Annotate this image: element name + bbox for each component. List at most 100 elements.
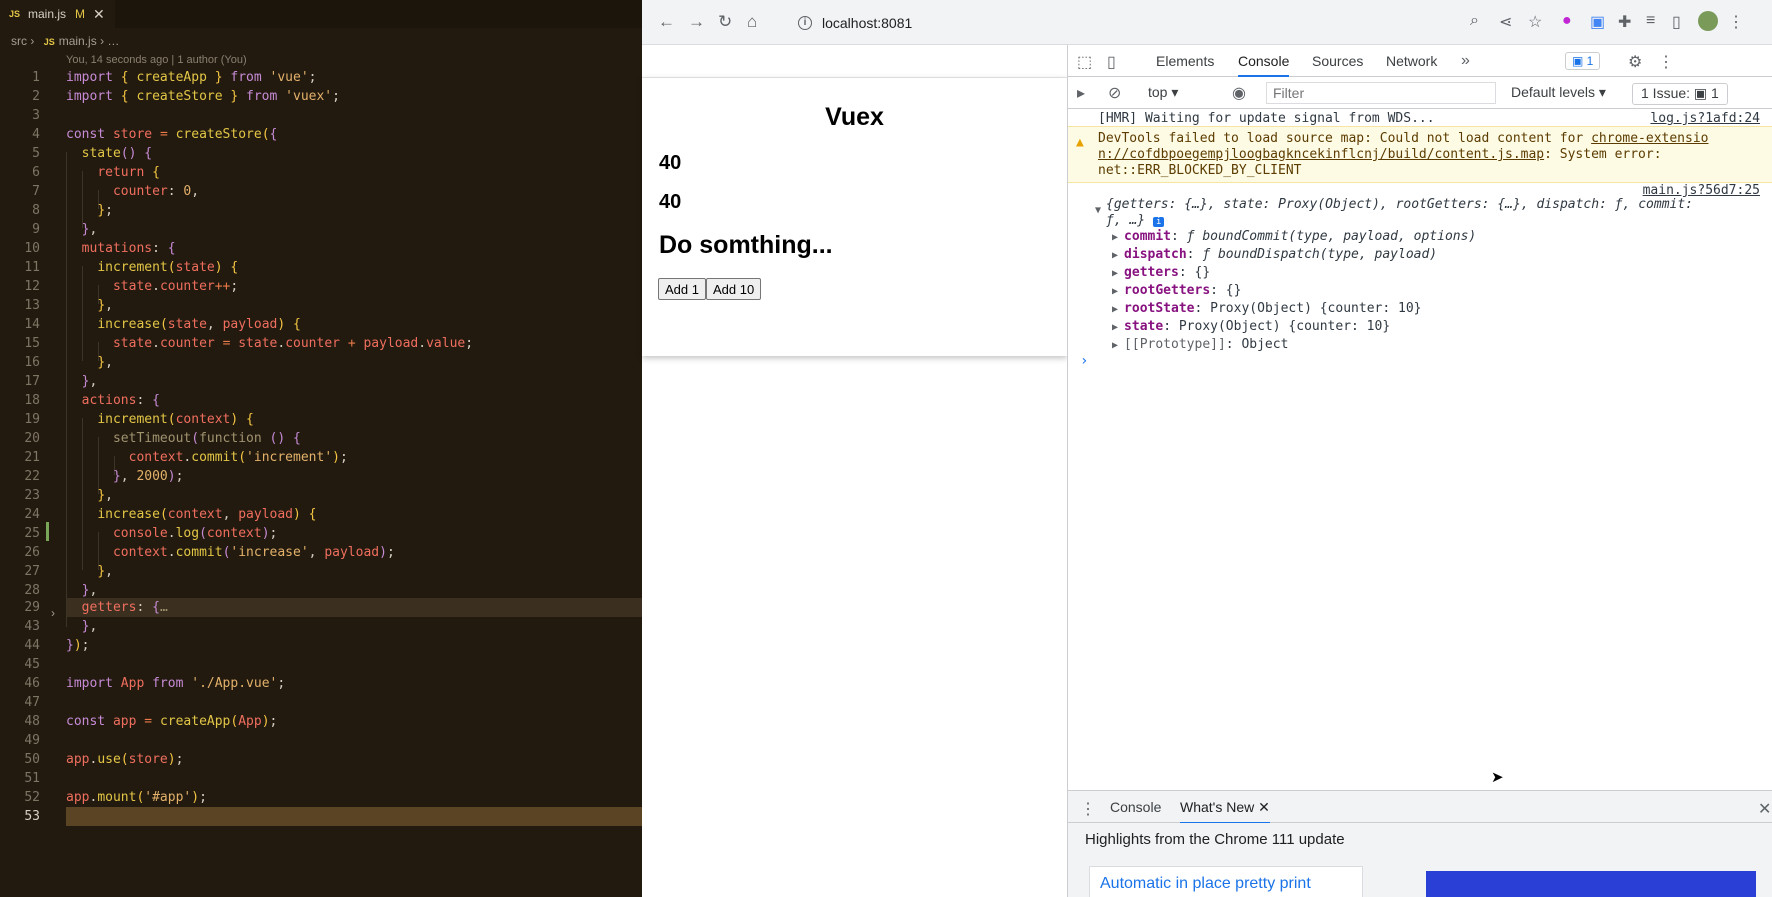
close-icon[interactable]: ✕ [93,6,105,23]
expand-triangle-icon[interactable]: ▶ [1112,250,1124,261]
gear-icon[interactable]: ⚙ [1628,52,1642,72]
code-line[interactable]: getters: {… [66,598,168,617]
puzzle-icon[interactable]: ✚ [1618,12,1631,32]
expand-triangle-icon[interactable]: ▶ [1112,286,1124,297]
source-map-link[interactable]: chrome-extensio [1591,131,1708,146]
code-line[interactable]: context.commit('increment'); [66,448,348,467]
more-vert-icon[interactable]: ⋮ [1658,52,1674,72]
bookmark-star-icon[interactable]: ☆ [1528,12,1542,32]
site-info-icon[interactable]: i [798,16,812,30]
code-line[interactable]: state() { [66,144,152,163]
close-icon[interactable]: ✕ [1258,799,1270,815]
translate-icon[interactable]: ▣ [1590,12,1605,32]
more-vert-icon[interactable]: ⋮ [1728,12,1744,32]
close-icon[interactable]: ✕ [1758,799,1771,819]
expand-triangle-icon[interactable]: ▶ [1112,268,1124,279]
git-blame-annotation[interactable]: You, 14 seconds ago | 1 author (You) [66,54,247,66]
code-line[interactable]: increment(state) { [66,258,238,277]
code-line[interactable]: }, 2000); [66,467,183,486]
filter-input[interactable] [1266,82,1496,104]
chevron-right-icon[interactable]: › [51,606,55,620]
expand-triangle-icon[interactable]: ▼ [1095,205,1101,216]
context-select[interactable]: top ▾ [1148,84,1178,101]
object-summary[interactable]: {getters: {…}, state: Proxy(Object), roo… [1106,197,1693,212]
more-vert-icon[interactable]: ⋮ [1080,799,1096,819]
device-toolbar-icon[interactable]: ▯ [1107,52,1116,72]
console-prompt-icon[interactable]: › [1080,353,1088,369]
tab-sources[interactable]: Sources [1312,45,1363,77]
code-line[interactable]: }, [66,296,113,315]
log-levels-select[interactable]: Default levels ▾ [1511,84,1606,101]
expand-triangle-icon[interactable]: ▶ [1112,304,1124,315]
add-1-button[interactable]: Add 1 [658,278,706,300]
code-line[interactable]: setTimeout(function () { [66,429,301,448]
back-icon[interactable]: ← [658,12,675,32]
code-editor[interactable]: JS main.js M ✕ src › JS main.js › … You, … [0,0,642,897]
code-line[interactable]: increment(context) { [66,410,254,429]
more-tabs-icon[interactable]: » [1461,52,1470,70]
code-line[interactable]: context.commit('increase', payload); [66,543,395,562]
drawer-tab-console[interactable]: Console [1110,791,1161,824]
code-line[interactable]: state.counter++; [66,277,238,296]
forward-icon[interactable]: → [688,12,705,32]
code-line[interactable]: }, [66,372,98,391]
address-bar[interactable]: i localhost:8081 [784,8,1514,38]
source-map-link[interactable]: n://cofdbpoegempjloogbagkncekinflcnj/bui… [1098,147,1544,162]
code-line[interactable]: import { createStore } from 'vuex'; [66,87,340,106]
editor-tab-main-js[interactable]: JS main.js M ✕ [0,0,115,28]
code-line[interactable]: }, [66,486,113,505]
object-property-row[interactable]: ▶ rootGetters: {} [1112,283,1241,298]
issues-badge[interactable]: ▣ 1 [1565,52,1601,70]
expand-triangle-icon[interactable]: ▶ [1112,322,1124,333]
breadcrumb-folder[interactable]: src [11,34,27,48]
code-line[interactable]: app.use(store); [66,750,183,769]
code-line[interactable]: }; [66,201,113,220]
tab-console[interactable]: Console [1238,45,1290,77]
object-property-row[interactable]: ▶ commit: ƒ boundCommit(type, payload, o… [1112,229,1476,244]
breadcrumb-more[interactable]: … [107,34,119,48]
sidebar-toggle-icon[interactable]: ▸ [1077,83,1085,103]
breadcrumb[interactable]: src › JS main.js › … [11,34,119,48]
object-summary[interactable]: ƒ, …} i [1106,213,1165,228]
code-line[interactable]: increase(state, payload) { [66,315,301,334]
object-property-row[interactable]: ▶ getters: {} [1112,265,1210,280]
code-line[interactable]: import App from './App.vue'; [66,674,285,693]
console-source-link[interactable]: log.js?1afd:24 [1650,111,1760,126]
zoom-icon[interactable]: ⌕ [1470,12,1479,30]
whats-new-card[interactable]: Automatic in place pretty print [1089,866,1363,897]
tab-elements[interactable]: Elements [1156,45,1214,77]
code-line[interactable]: const store = createStore({ [66,125,277,144]
reading-list-icon[interactable]: ≡ [1646,12,1655,30]
code-line[interactable]: import { createApp } from 'vue'; [66,68,317,87]
code-line[interactable]: return { [66,163,160,182]
expand-triangle-icon[interactable]: ▶ [1112,232,1124,243]
home-icon[interactable]: ⌂ [747,12,757,32]
issues-counter[interactable]: 1 Issue: ▣ 1 [1632,83,1728,105]
code-line[interactable]: }, [66,353,113,372]
clear-console-icon[interactable]: ⊘ [1108,83,1121,103]
avatar[interactable] [1698,11,1718,31]
code-line[interactable]: app.mount('#app'); [66,788,207,807]
add-10-button[interactable]: Add 10 [706,278,762,300]
share-icon[interactable]: ⋖ [1499,12,1512,32]
code-line[interactable]: increase(context, payload) { [66,505,316,524]
code-line[interactable]: }, [66,617,98,636]
inspect-icon[interactable]: ⬚ [1077,52,1092,72]
code-line[interactable]: mutations: { [66,239,176,258]
tab-network[interactable]: Network [1386,45,1437,77]
code-line[interactable]: }); [66,636,89,655]
object-property-row[interactable]: ▶ [[Prototype]]: Object [1112,337,1288,352]
extension-icon[interactable]: ● [1562,12,1572,30]
code-line[interactable]: actions: { [66,391,160,410]
side-panel-icon[interactable]: ▯ [1672,12,1681,32]
object-property-row[interactable]: ▶ state: Proxy(Object) {counter: 10} [1112,319,1390,334]
eye-icon[interactable]: ◉ [1232,83,1246,103]
drawer-tab-whats-new[interactable]: What's New ✕ [1180,791,1270,824]
reload-icon[interactable]: ↻ [718,12,732,32]
object-property-row[interactable]: ▶ dispatch: ƒ boundDispatch(type, payloa… [1112,247,1437,262]
code-line[interactable]: }, [66,220,98,239]
code-line[interactable]: console.log(context); [66,524,277,543]
breadcrumb-file[interactable]: main.js [59,34,97,48]
code-line[interactable]: }, [66,562,113,581]
code-line[interactable]: state.counter = state.counter + payload.… [66,334,473,353]
